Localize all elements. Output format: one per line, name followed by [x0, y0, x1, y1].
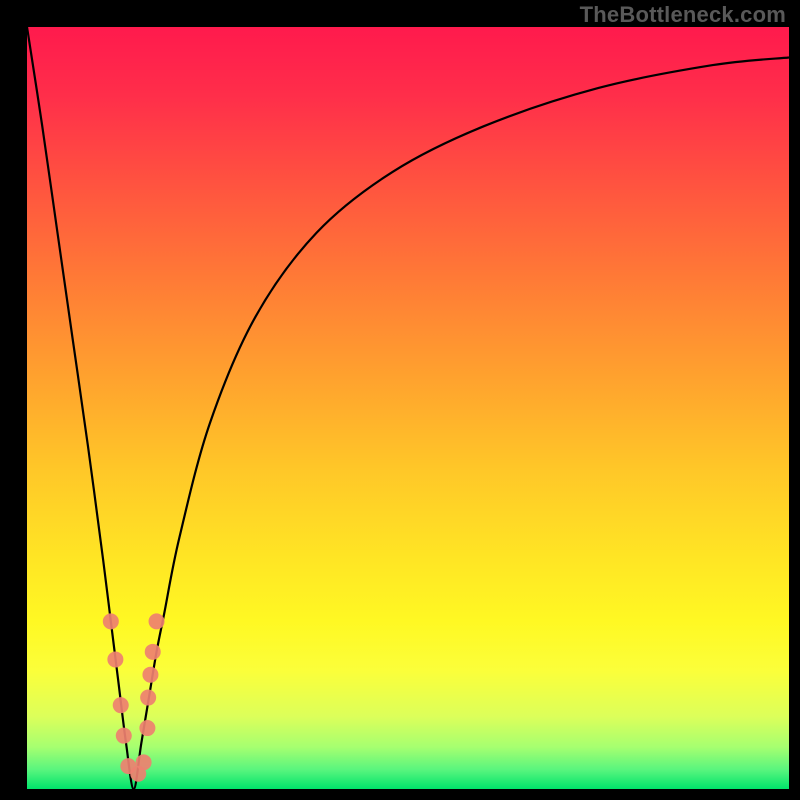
watermark-text: TheBottleneck.com	[580, 2, 786, 28]
marker-point	[139, 720, 155, 736]
marker-point	[142, 667, 158, 683]
marker-point	[113, 697, 129, 713]
marker-point	[136, 754, 152, 770]
bottleneck-curve	[27, 27, 789, 789]
marker-point	[149, 613, 165, 629]
plot-area	[27, 27, 789, 789]
image-frame: TheBottleneck.com	[0, 0, 800, 800]
marker-point	[140, 690, 156, 706]
marker-point	[107, 651, 123, 667]
marker-point	[116, 728, 132, 744]
marker-point	[145, 644, 161, 660]
marker-point	[103, 613, 119, 629]
curve-layer	[27, 27, 789, 789]
